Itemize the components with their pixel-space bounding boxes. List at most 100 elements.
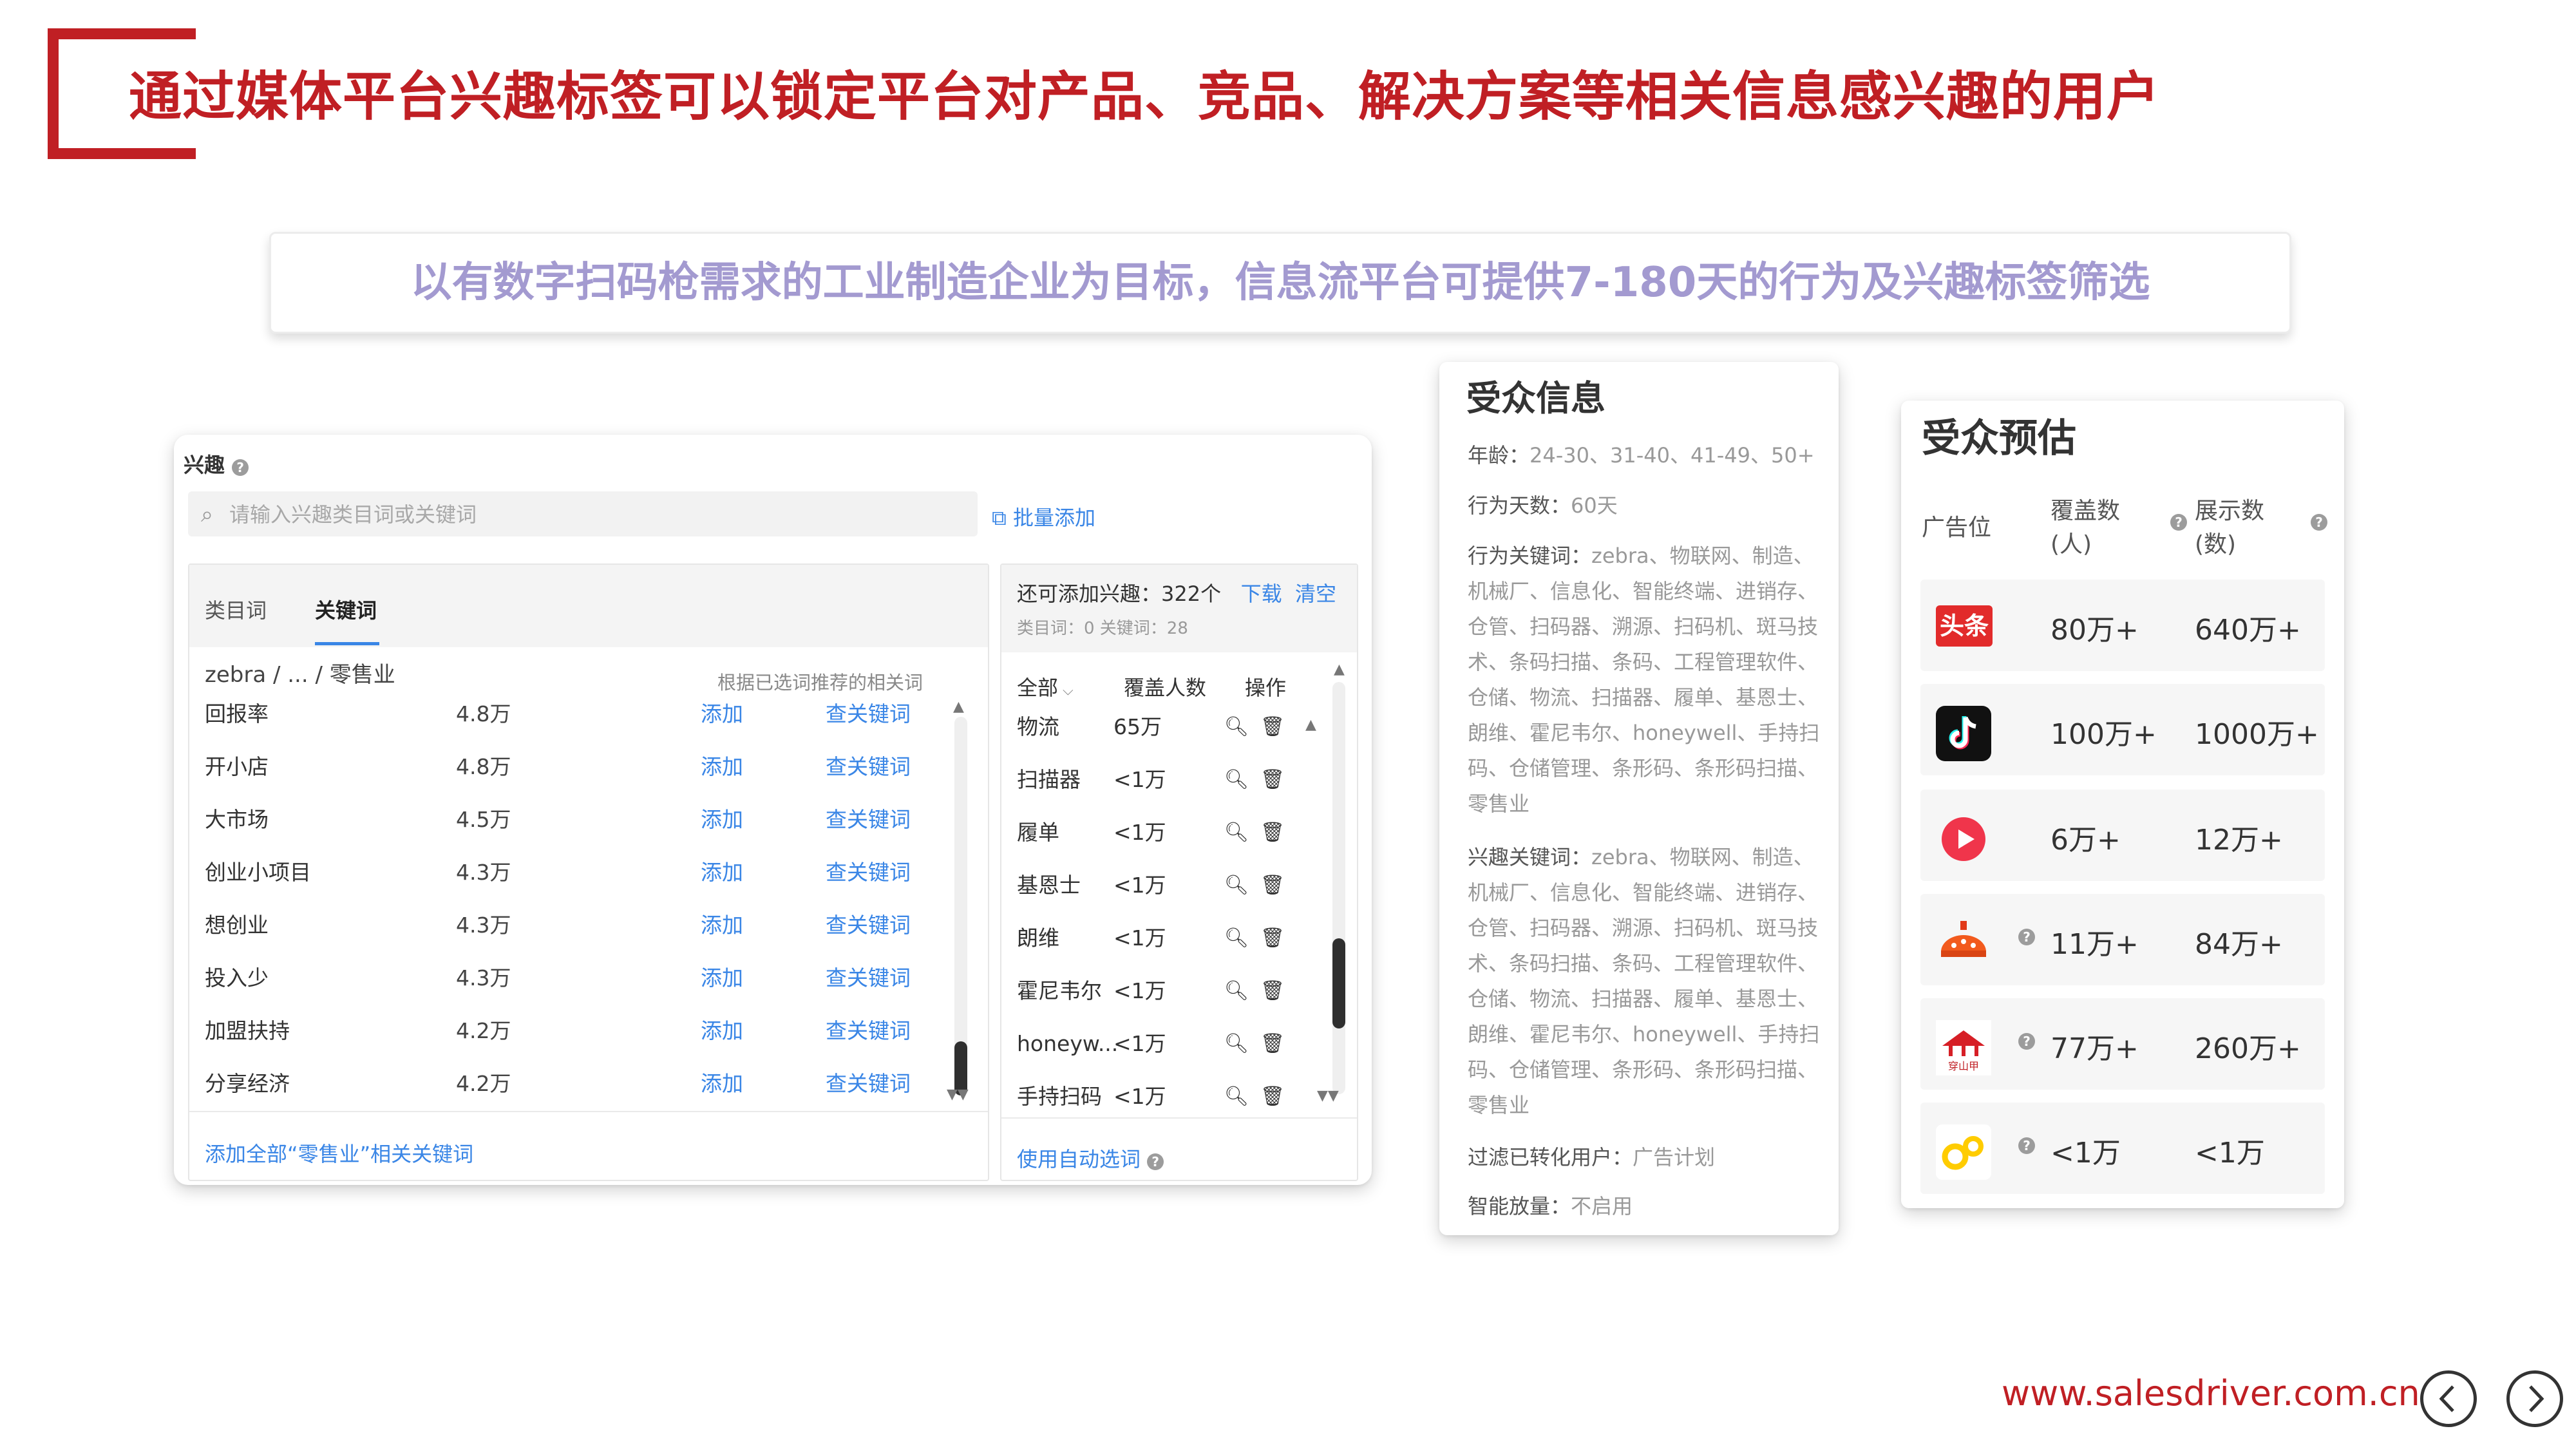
col-coverage: 覆盖数 (人) [2050,498,2121,558]
selected-row: honeyw... <1万 🔍︎ 🗑︎ [1017,1031,1285,1057]
keyword-row: 回报率 4.8万 添加 查关键词 [205,701,911,727]
delete-icon[interactable]: 🗑︎ [1260,1031,1285,1057]
view-keywords-link[interactable]: 查关键词 [826,1071,911,1097]
breadcrumb[interactable]: zebra / ... / 零售业 [205,657,395,688]
douyin-logo [1936,706,1991,761]
view-keywords-link[interactable]: 查关键词 [826,754,911,780]
col-impressions: 展示数 (数) [2195,498,2265,558]
batch-add-button[interactable]: ⧉ 批量添加 [992,502,1095,531]
search-icon[interactable]: 🔍︎ [1224,1031,1249,1057]
info-behavior-keywords: 行为关键词：zebra、物联网、制造、机械厂、信息化、智能终端、进销存、仓管、扫… [1468,544,1820,816]
delete-icon[interactable]: 🗑︎ [1260,873,1285,898]
add-link[interactable]: 添加 [701,754,743,780]
keyword-list-scrollbar[interactable] [954,717,967,1095]
selected-counts: 类目词：0 关键词：28 [1017,619,1188,638]
add-link[interactable]: 添加 [701,1018,743,1044]
batch-add-icon: ⧉ [992,506,1014,530]
info-interest-keywords: 兴趣关键词：zebra、物联网、制造、机械厂、信息化、智能终端、进销存、仓管、扫… [1468,845,1820,1117]
view-keywords-link[interactable]: 查关键词 [826,965,911,991]
add-all-keywords-link[interactable]: 添加全部“零售业”相关关键词 [205,1138,473,1168]
scroll-down-arrow[interactable]: ▼▼ [1317,1088,1339,1104]
keyword-row: 加盟扶持 4.2万 添加 查关键词 [205,1018,911,1044]
website-url[interactable]: www.salesdriver.com.cn [2002,1373,2420,1414]
audience-info-panel: 受众信息 年龄：24-30、31-40、41-49、50+ 行为天数：60天 行… [1439,362,1839,1235]
view-keywords-link[interactable]: 查关键词 [826,701,911,727]
download-link[interactable]: 下载 [1241,582,1282,606]
scroll-up-arrow[interactable]: ▲ [953,699,964,715]
search-icon[interactable]: 🔍︎ [1224,714,1249,740]
delete-icon[interactable]: 🗑︎ [1260,714,1285,740]
delete-icon[interactable]: 🗑︎ [1260,820,1285,846]
help-icon[interactable]: ? [232,459,249,476]
delete-icon[interactable]: 🗑︎ [1260,925,1285,951]
add-link[interactable]: 添加 [701,701,743,727]
scroll-up-arrow[interactable]: ▲ [1334,661,1345,677]
tab-category[interactable]: 类目词 [205,594,267,624]
interest-search-input[interactable] [228,491,965,538]
scrollbar-thumb[interactable] [1332,938,1345,1028]
next-button[interactable] [2506,1370,2563,1427]
divider [1001,1117,1357,1119]
clear-link[interactable]: 清空 [1295,582,1336,606]
interest-panel: 兴趣 ? ⌕ ⧉ 批量添加 类目词 关键词 zebra / ... / 零售业 … [174,435,1372,1185]
estimate-row: 穿山甲 ? 77万+ 260万+ [1920,998,2325,1090]
estimate-row: 6万+ 12万+ [1920,790,2325,881]
help-icon[interactable]: ? [2018,929,2035,945]
auto-pick-link[interactable]: 使用自动选词 ? [1017,1143,1164,1173]
delete-icon[interactable]: 🗑︎ [1260,978,1285,1004]
view-keywords-link[interactable]: 查关键词 [826,860,911,886]
title-bracket-bottom [48,148,196,159]
view-keywords-link[interactable]: 查关键词 [826,807,911,833]
filter-all-dropdown[interactable]: 全部 ⌵ [1017,672,1074,701]
add-link[interactable]: 添加 [701,1071,743,1097]
col-action: 操作 [1245,676,1287,700]
search-icon[interactable]: 🔍︎ [1224,1084,1249,1110]
info-behavior-days: 行为天数：60天 [1468,493,1618,518]
keyword-row: 想创业 4.3万 添加 查关键词 [205,913,911,938]
chevron-right-icon [2529,1385,2544,1412]
info-filter-converted: 过滤已转化用户：广告计划 [1468,1145,1716,1170]
selected-row: 扫描器 <1万 🔍︎ 🗑︎ [1017,767,1285,793]
search-icon[interactable]: 🔍︎ [1224,873,1249,898]
title-bracket-top [48,28,196,39]
subtitle-text: 以有数字扫码枪需求的工业制造企业为目标，信息流平台可提供7-180天的行为及兴趣… [410,259,2150,307]
slide-title: 通过媒体平台兴趣标签可以锁定平台对产品、竞品、解决方案等相关信息感兴趣的用户 [129,66,2161,128]
scroll-up-arrow[interactable]: ▲ [1305,717,1316,733]
keyword-list-panel: 类目词 关键词 zebra / ... / 零售业 根据已选词推荐的相关词 回报… [188,564,989,1181]
keyword-row: 投入少 4.3万 添加 查关键词 [205,965,911,991]
chevron-left-icon [2439,1385,2454,1412]
delete-icon[interactable]: 🗑︎ [1260,767,1285,793]
selected-list-scrollbar[interactable] [1332,682,1345,1094]
search-icon: ⌕ [201,502,214,527]
estimate-row: 100万+ 1000万+ [1920,684,2325,775]
tab-keyword[interactable]: 关键词 [315,594,377,624]
add-link[interactable]: 添加 [701,913,743,938]
selected-row: 朗维 <1万 🔍︎ 🗑︎ [1017,925,1285,951]
col-coverage: 覆盖人数 [1124,676,1207,700]
add-link[interactable]: 添加 [701,807,743,833]
keyword-row: 大市场 4.5万 添加 查关键词 [205,807,911,833]
keyword-row: 创业小项目 4.3万 添加 查关键词 [205,860,911,886]
view-keywords-link[interactable]: 查关键词 [826,1018,911,1044]
help-icon[interactable]: ? [2170,514,2187,531]
add-link[interactable]: 添加 [701,860,743,886]
help-icon[interactable]: ? [2018,1033,2035,1050]
search-icon[interactable]: 🔍︎ [1224,767,1249,793]
help-icon[interactable]: ? [2018,1137,2035,1154]
scroll-down-arrow[interactable]: ▼▼ [947,1086,969,1103]
active-tab-indicator [315,642,379,645]
keyword-row: 分享经济 4.2万 添加 查关键词 [205,1071,911,1097]
selected-row: 物流 65万 🔍︎ 🗑︎ [1017,714,1285,740]
view-keywords-link[interactable]: 查关键词 [826,913,911,938]
help-icon[interactable]: ? [1147,1153,1164,1170]
selected-row: 履单 <1万 🔍︎ 🗑︎ [1017,820,1285,846]
toutiao-logo: 头条 [1936,605,1993,647]
help-icon[interactable]: ? [2311,514,2327,531]
delete-icon[interactable]: 🗑︎ [1260,1084,1285,1110]
search-icon[interactable]: 🔍︎ [1224,978,1249,1004]
search-icon[interactable]: 🔍︎ [1224,820,1249,846]
add-link[interactable]: 添加 [701,965,743,991]
prev-button[interactable] [2420,1370,2477,1427]
search-icon[interactable]: 🔍︎ [1224,925,1249,951]
other-app-logo [1936,1124,1991,1180]
